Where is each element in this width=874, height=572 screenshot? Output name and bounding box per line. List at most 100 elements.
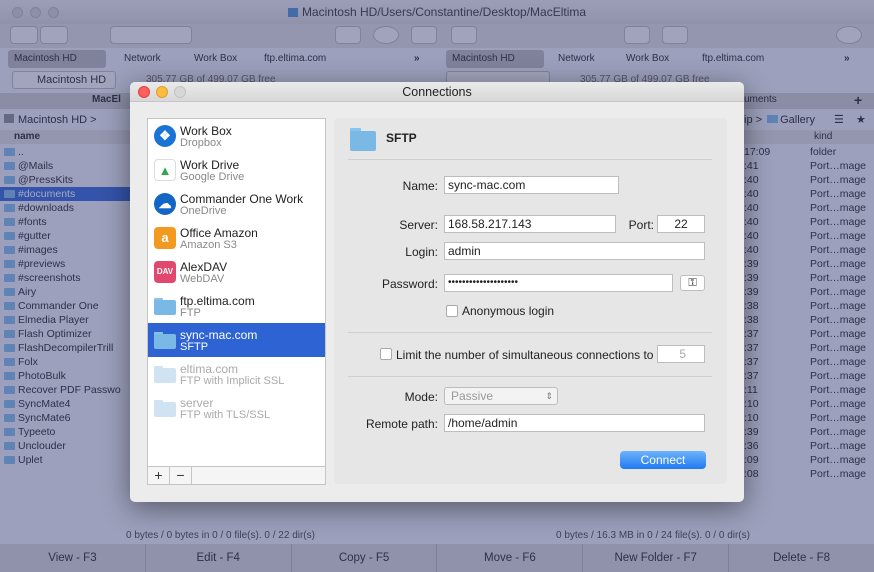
anonymous-login-checkbox[interactable] [446,305,458,317]
split-view-button[interactable] [624,26,650,44]
file-row-right[interactable]: :37 Port…mage [744,327,874,341]
file-row[interactable]: FlashDecompilerTrill [0,341,130,355]
view-mode-segment[interactable] [110,26,192,44]
file-row[interactable]: Unclouder [0,439,130,453]
more-favorites-right-button[interactable]: » [838,50,856,68]
connect-button[interactable]: Connect [620,451,706,469]
zoom-window-button[interactable] [48,7,59,18]
file-row-right[interactable]: :09 Port…mage [744,453,874,467]
dialog-minimize-button[interactable] [156,86,168,98]
connection-item[interactable]: a Office Amazon Amazon S3 [148,221,325,255]
tab-left[interactable]: MacEl [92,94,121,105]
file-row-right[interactable]: :39 Port…mage [744,271,874,285]
tab-right[interactable]: uments [744,94,777,105]
new-folder-f7-button[interactable]: New Folder - F7 [583,544,730,572]
connection-item[interactable]: ☁ Commander One Work OneDrive [148,187,325,221]
file-row-right[interactable]: :40 Port…mage [744,173,874,187]
add-tab-button[interactable]: + [854,92,862,108]
file-row[interactable]: @PressKits [0,173,130,187]
file-row[interactable]: Recover PDF Passwo [0,383,130,397]
name-field[interactable]: sync-mac.com [444,176,619,194]
file-row[interactable]: Uplet [0,453,130,467]
fav-ftp-eltima-right[interactable]: ftp.eltima.com [696,50,770,68]
file-row[interactable]: Folx [0,355,130,369]
file-row-right[interactable]: 17:09 folder [744,145,874,159]
file-row-right[interactable]: :10 Port…mage [744,411,874,425]
add-connection-button[interactable]: + [148,467,170,484]
file-row-right[interactable]: :10 Port…mage [744,397,874,411]
file-row[interactable]: #images [0,243,130,257]
connection-item[interactable]: DAV AlexDAV WebDAV [148,255,325,289]
file-row-right[interactable]: :39 Port…mage [744,425,874,439]
find-button[interactable] [451,26,477,44]
forward-button[interactable] [40,26,68,44]
connection-item[interactable]: eltima.com FTP with Implicit SSL [148,357,325,391]
column-name-header[interactable]: name [14,131,40,142]
dialog-zoom-button[interactable] [174,86,186,98]
file-row-right[interactable]: :38 Port…mage [744,313,874,327]
file-row[interactable]: SyncMate6 [0,411,130,425]
file-row[interactable]: SyncMate4 [0,397,130,411]
password-field[interactable]: •••••••••••••••••••• [444,274,673,292]
file-row-right[interactable]: :11 Port…mage [744,383,874,397]
file-row[interactable]: .. [0,145,130,159]
key-icon[interactable]: ⚿ [680,275,705,291]
file-row-right[interactable]: :41 Port…mage [744,159,874,173]
login-field[interactable]: admin [444,242,705,260]
file-row-right[interactable]: :08 Port…mage [744,467,874,481]
remove-connection-button[interactable]: − [170,467,192,484]
more-favorites-button[interactable]: » [408,50,426,68]
limit-connections-checkbox[interactable] [380,348,392,360]
file-row-right[interactable]: :39 Port…mage [744,257,874,271]
fav-work-box-right[interactable]: Work Box [620,50,675,68]
minimize-window-button[interactable] [30,7,41,18]
download-button[interactable] [836,26,862,44]
close-window-button[interactable] [12,7,23,18]
connection-item[interactable]: ▲ Work Drive Google Drive [148,153,325,187]
toggle-hidden-button[interactable] [335,26,361,44]
edit-f4-button[interactable]: Edit - F4 [146,544,292,572]
move-f6-button[interactable]: Move - F6 [437,544,584,572]
fav-work-box[interactable]: Work Box [188,50,243,68]
file-row-right[interactable]: :37 Port…mage [744,341,874,355]
file-row[interactable]: Elmedia Player [0,313,130,327]
file-row-right[interactable]: :40 Port…mage [744,215,874,229]
delete-f8-button[interactable]: Delete - F8 [729,544,874,572]
connection-item[interactable]: ftp.eltima.com FTP [148,289,325,323]
quick-look-button[interactable] [411,26,437,44]
fav-network-right[interactable]: Network [552,50,601,68]
file-row[interactable]: Flash Optimizer [0,327,130,341]
mode-select[interactable]: Passive ⇕ [444,387,558,405]
back-button[interactable] [10,26,38,44]
file-row[interactable]: Commander One [0,299,130,313]
file-row-right[interactable]: :39 Port…mage [744,285,874,299]
new-folder-button[interactable] [662,26,688,44]
list-view-icon[interactable]: ☰ [834,111,844,129]
file-row[interactable]: PhotoBulk [0,369,130,383]
path-segment[interactable]: Macintosh HD [18,114,87,126]
file-row-right[interactable]: :37 Port…mage [744,355,874,369]
fav-network[interactable]: Network [118,50,167,68]
file-row[interactable]: #fonts [0,215,130,229]
copy-f5-button[interactable]: Copy - F5 [292,544,438,572]
file-row[interactable]: #screenshots [0,271,130,285]
star-icon[interactable]: ★ [856,111,866,129]
fav-macintosh-hd-right[interactable]: Macintosh HD [446,50,544,68]
file-row[interactable]: #previews [0,257,130,271]
file-row-right[interactable]: :40 Port…mage [744,229,874,243]
fav-ftp-eltima[interactable]: ftp.eltima.com [258,50,332,68]
file-row-right[interactable]: :40 Port…mage [744,187,874,201]
file-row[interactable]: #gutter [0,229,130,243]
view-f3-button[interactable]: View - F3 [0,544,146,572]
path-gallery[interactable]: Gallery [780,114,815,126]
file-row[interactable]: Airy [0,285,130,299]
file-row[interactable]: #documents [0,187,130,201]
connection-item[interactable]: server FTP with TLS/SSL [148,391,325,425]
path-segment-right[interactable]: ip [744,114,753,126]
file-row-right[interactable]: :38 Port…mage [744,299,874,313]
limit-connections-field[interactable]: 5 [657,345,705,363]
port-field[interactable]: 22 [657,215,705,233]
file-row-right[interactable]: :40 Port…mage [744,201,874,215]
connection-item[interactable]: ❖ Work Box Dropbox [148,119,325,153]
server-field[interactable]: 168.58.217.143 [444,215,616,233]
